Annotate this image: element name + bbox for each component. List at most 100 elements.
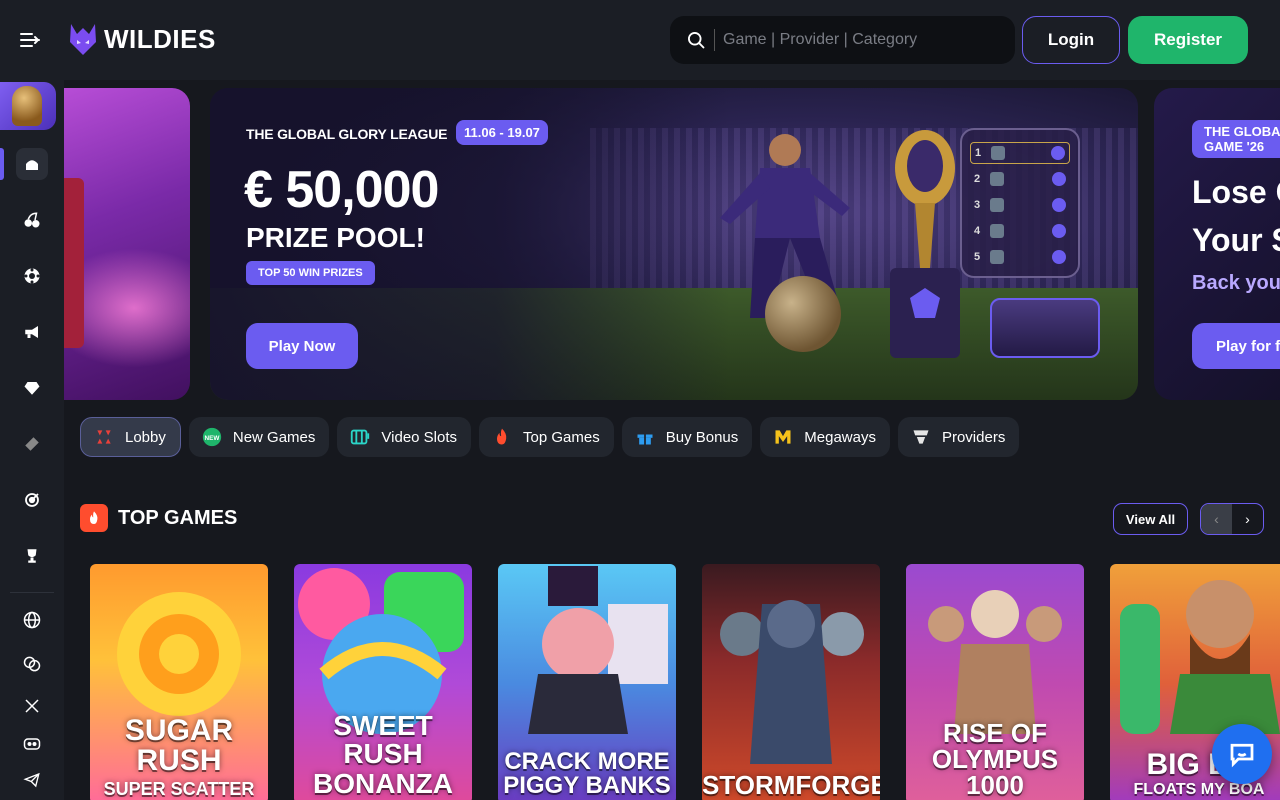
leaderboard-graphic: 1 2 3 4 5 — [960, 128, 1080, 278]
piggy-mascot-art — [528, 566, 668, 734]
banner-next-slide[interactable]: THE GLOBAL GAME '26 Lose C Your S Back y… — [1154, 88, 1280, 400]
top-games-row: SUGAR RUSH SUPER SCATTER SWEET RUSH BONANZ… — [90, 564, 1280, 800]
sidebar-item-promotions[interactable] — [0, 312, 64, 352]
olympus-gods-art — [928, 590, 1062, 734]
category-tabs: Lobby NEW New Games Video Slots Top Game… — [80, 417, 1020, 457]
top-header: WILDIES Login Register — [0, 0, 1280, 80]
search-icon — [688, 32, 705, 49]
trophy-icon — [27, 549, 37, 563]
new-badge-icon: NEW — [202, 427, 222, 447]
sidebar-item-slots[interactable] — [0, 200, 64, 240]
previous-arrow-icon[interactable]: ‹ — [1201, 504, 1232, 534]
banner-prize-amount: € 50,000 — [244, 161, 439, 219]
warrior-art — [720, 600, 864, 764]
hero-banner[interactable]: 1 2 3 4 5 THE GLOBAL GLORY LEAGUE 11.06 … — [210, 88, 1138, 400]
banner-prize-label: PRIZE POOL! — [246, 222, 425, 253]
tab-label: Buy Bonus — [665, 428, 739, 446]
search-input[interactable] — [714, 29, 994, 51]
providers-icon — [913, 430, 929, 444]
banner-date-badge: 11.06 - 19.07 — [456, 120, 548, 145]
main-content: 1 2 3 4 5 THE GLOBAL GLORY LEAGUE 11.06 … — [64, 80, 1280, 800]
sidebar-item-support[interactable] — [0, 644, 64, 684]
sidebar-item-x[interactable] — [0, 686, 64, 726]
next-slide-headline: Lose C — [1192, 174, 1280, 210]
sidebar-item-missions[interactable] — [0, 480, 64, 520]
view-all-button[interactable]: View All — [1113, 503, 1188, 535]
leaderboard-row: 1 — [970, 142, 1070, 164]
tab-buy-bonus[interactable]: Buy Bonus — [621, 417, 753, 457]
game-card[interactable]: SWEET RUSH BONANZA — [294, 564, 472, 800]
discord-icon — [23, 738, 41, 750]
game-title: RISE OF OLYMPUS 1000 — [931, 718, 1059, 800]
svg-text:NEW: NEW — [204, 435, 220, 442]
sidebar-item-vip[interactable] — [0, 368, 64, 408]
tab-top-games[interactable]: Top Games — [479, 417, 614, 457]
sidebar — [0, 80, 64, 800]
ticket-icon — [25, 437, 39, 451]
fire-icon — [497, 428, 507, 445]
tab-label: Top Games — [523, 428, 600, 446]
tab-label: Video Slots — [381, 428, 458, 446]
gift-icon — [637, 434, 653, 445]
next-arrow-icon[interactable]: › — [1232, 504, 1263, 534]
tab-providers[interactable]: Providers — [897, 417, 1020, 457]
sidebar-promo-tile[interactable] — [0, 82, 56, 130]
wolf-logo-icon — [70, 24, 96, 55]
chat-icon — [23, 656, 41, 672]
chat-bubble-icon — [1230, 743, 1254, 768]
fisherman-art — [1120, 580, 1280, 734]
play-for-free-button[interactable]: Play for fr — [1192, 323, 1280, 369]
sidebar-item-telegram[interactable] — [0, 760, 64, 800]
login-button[interactable]: Login — [1022, 16, 1120, 64]
leaderboard-row: 4 — [970, 220, 1070, 242]
game-title: SUGAR RUSH SUPER SCATTER — [103, 714, 255, 799]
banner-previous-slide[interactable] — [64, 88, 190, 400]
sidebar-item-tournaments[interactable] — [0, 536, 64, 576]
tab-lobby[interactable]: Lobby — [80, 417, 181, 457]
lobby-icon — [97, 430, 111, 444]
candy-bomb-art — [298, 568, 464, 734]
slot-machine-icon — [351, 429, 370, 445]
live-chat-button[interactable] — [1212, 724, 1272, 784]
tab-label: Megaways — [804, 428, 876, 446]
search-box[interactable] — [670, 16, 1015, 64]
sidebar-divider — [10, 592, 54, 593]
sidebar-item-language[interactable] — [0, 600, 64, 640]
next-slide-headline-2: Your S — [1192, 222, 1280, 258]
tab-label: Providers — [941, 428, 1006, 446]
leaderboard-row: 3 — [970, 194, 1070, 216]
treasure-chest-image — [990, 298, 1100, 358]
menu-toggle-icon[interactable] — [18, 28, 42, 52]
megaphone-icon — [25, 326, 38, 338]
game-title: SWEET RUSH BONANZA — [313, 710, 453, 799]
banner-league-title: THE GLOBAL GLORY LEAGUE — [246, 126, 448, 142]
sidebar-item-bonus[interactable] — [0, 424, 64, 464]
home-icon — [26, 160, 38, 170]
next-slide-tag: THE GLOBAL GAME '26 — [1192, 120, 1280, 158]
diamond-icon — [24, 382, 40, 395]
sidebar-item-live-casino[interactable] — [0, 256, 64, 296]
casino-chip-icon — [24, 268, 40, 284]
game-card[interactable]: CRACK MORE PIGGY BANKS — [498, 564, 676, 800]
play-now-button[interactable]: Play Now — [246, 323, 358, 369]
game-title: STORMFORGED — [702, 770, 880, 800]
tab-megaways[interactable]: Megaways — [760, 417, 890, 457]
brand-name: WILDIES — [104, 23, 216, 54]
sidebar-item-discord[interactable] — [0, 724, 64, 764]
cherries-icon — [24, 212, 40, 228]
megaways-icon — [775, 430, 791, 444]
globe-icon — [23, 611, 41, 629]
trophy-promo-image — [12, 86, 42, 126]
game-card[interactable]: SUGAR RUSH SUPER SCATTER — [90, 564, 268, 800]
tab-new-games[interactable]: NEW New Games — [188, 417, 330, 457]
brand-logo[interactable]: WILDIES — [68, 22, 216, 56]
fire-icon — [80, 504, 108, 532]
game-card[interactable]: STORMFORGED — [702, 564, 880, 800]
sidebar-item-home[interactable] — [0, 144, 64, 184]
register-button[interactable]: Register — [1128, 16, 1248, 64]
x-icon — [25, 699, 39, 713]
telegram-icon — [23, 772, 40, 788]
game-title: CRACK MORE PIGGY BANKS — [503, 748, 671, 799]
tab-video-slots[interactable]: Video Slots — [337, 417, 472, 457]
game-card[interactable]: RISE OF OLYMPUS 1000 — [906, 564, 1084, 800]
